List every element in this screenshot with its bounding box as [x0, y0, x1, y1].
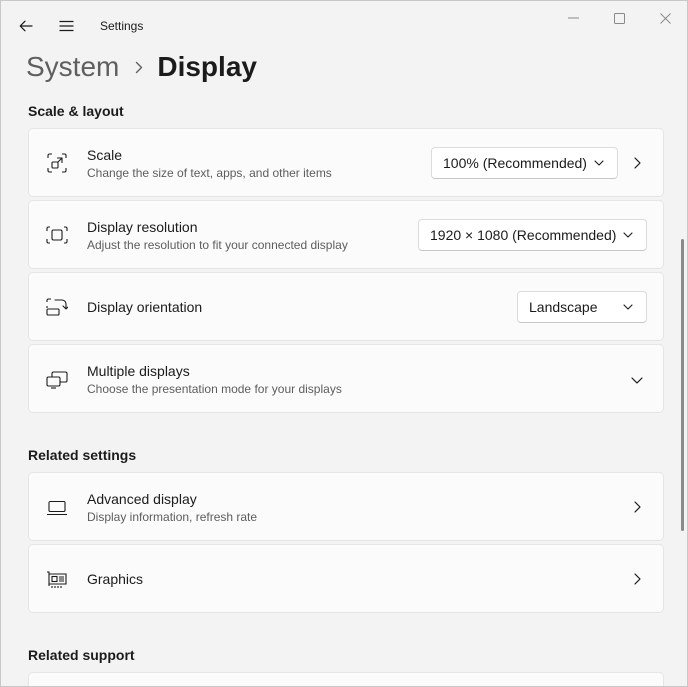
graphics-card[interactable]: Graphics: [28, 544, 664, 613]
scale-icon: [46, 152, 68, 174]
close-button[interactable]: [650, 7, 680, 29]
settings-window: Settings System Display Scale & layout S…: [0, 0, 688, 687]
chevron-right-icon[interactable]: [629, 571, 645, 587]
minimize-button[interactable]: [558, 7, 588, 29]
page-title: Display: [157, 51, 257, 82]
display-orientation-card: Display orientation Landscape: [28, 272, 664, 341]
section-title-related-support: Related support: [28, 647, 135, 663]
resolution-icon: [46, 224, 68, 246]
title-bar: Settings: [1, 1, 687, 49]
scale-title: Scale: [87, 147, 123, 163]
graphics-card-icon: [46, 569, 68, 591]
chevron-down-icon: [622, 229, 634, 241]
hamburger-menu-icon[interactable]: [55, 15, 77, 37]
display-resolution-title: Display resolution: [87, 219, 198, 235]
multiple-displays-title: Multiple displays: [87, 363, 190, 379]
close-icon: [659, 12, 671, 24]
multiple-displays-card[interactable]: Multiple displays Choose the presentatio…: [28, 344, 664, 413]
display-orientation-title: Display orientation: [87, 299, 203, 315]
multiple-displays-icon: [46, 369, 68, 391]
maximize-icon: [613, 12, 625, 24]
section-title-scale-layout: Scale & layout: [28, 103, 124, 119]
chevron-right-icon[interactable]: [629, 499, 645, 515]
multiple-displays-description: Choose the presentation mode for your di…: [87, 382, 342, 396]
advanced-display-description: Display information, refresh rate: [87, 510, 258, 524]
minimize-icon: [567, 17, 579, 19]
chevron-down-icon: [593, 157, 605, 169]
scale-card[interactable]: Scale Change the size of text, apps, and…: [28, 128, 664, 197]
breadcrumb-chevron-icon: [135, 61, 143, 74]
rotate-display-icon: [46, 296, 68, 318]
display-orientation-dropdown[interactable]: Landscape: [517, 291, 647, 323]
display-resolution-description: Adjust the resolution to fit your connec…: [87, 238, 348, 252]
display-resolution-dropdown-value: 1920 × 1080 (Recommended): [430, 227, 617, 243]
scale-dropdown-value: 100% (Recommended): [443, 155, 587, 171]
display-orientation-dropdown-value: Landscape: [529, 299, 598, 315]
window-title: Settings: [100, 19, 144, 33]
chevron-right-icon[interactable]: [629, 155, 645, 171]
chevron-down-icon: [622, 301, 634, 313]
vertical-scrollbar[interactable]: [681, 239, 684, 531]
maximize-button[interactable]: [604, 7, 634, 29]
advanced-display-card[interactable]: Advanced display Display information, re…: [28, 472, 664, 541]
display-resolution-card: Display resolution Adjust the resolution…: [28, 200, 664, 269]
graphics-title: Graphics: [87, 571, 144, 587]
breadcrumb-parent-link[interactable]: System: [26, 51, 119, 83]
scale-dropdown[interactable]: 100% (Recommended): [431, 147, 618, 179]
section-title-related-settings: Related settings: [28, 447, 137, 463]
breadcrumb: System Display: [26, 47, 257, 87]
advanced-display-title: Advanced display: [87, 491, 197, 507]
expand-chevron-down-icon[interactable]: [628, 372, 646, 388]
back-arrow-icon[interactable]: [15, 15, 37, 37]
related-support-card[interactable]: [28, 672, 664, 686]
laptop-icon: [46, 497, 68, 519]
scale-description: Change the size of text, apps, and other…: [87, 166, 332, 180]
display-resolution-dropdown[interactable]: 1920 × 1080 (Recommended): [418, 219, 647, 251]
